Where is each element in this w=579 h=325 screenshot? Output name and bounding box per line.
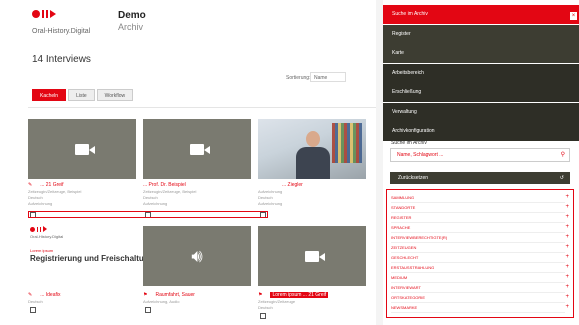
logo-pause bbox=[42, 10, 48, 18]
facet-item[interactable]: SAMMLUNG + bbox=[391, 193, 569, 203]
search-input[interactable]: Name, Schlagwort ... ⚲ bbox=[390, 148, 570, 162]
nav-admin[interactable]: Verwaltung bbox=[383, 102, 579, 122]
speaker-icon: 🔊︎ bbox=[191, 245, 203, 266]
interview-title[interactable]: ... Prof. Dr. Beispiel bbox=[143, 182, 186, 188]
select-checkbox[interactable] bbox=[30, 307, 36, 313]
divider bbox=[28, 107, 376, 108]
logo-dot bbox=[32, 10, 40, 18]
video-camera-icon bbox=[305, 250, 325, 262]
facet-item[interactable]: SPRACHE + bbox=[391, 223, 569, 233]
plus-icon: + bbox=[565, 234, 569, 240]
logo-play bbox=[50, 10, 56, 18]
facet-item[interactable]: STANDORTE + bbox=[391, 203, 569, 213]
app-title: Demo bbox=[118, 10, 146, 21]
interview-title[interactable]: ... Ziegler bbox=[282, 182, 303, 188]
brand-marks bbox=[32, 8, 56, 20]
sidebar: Suche im Archiv × Register Karte Arbeits… bbox=[383, 0, 579, 325]
doc-small: Lorem ipsum bbox=[30, 248, 54, 253]
interview-meta: Deutsch bbox=[28, 299, 43, 304]
nav-indexing[interactable]: Erschließung bbox=[383, 83, 579, 102]
select-checkbox[interactable] bbox=[260, 313, 266, 319]
interview-meta: Aufzeichnung bbox=[143, 201, 168, 206]
sort-label: Sortierung: bbox=[286, 75, 311, 81]
facet-item[interactable]: GESCHLECHT + bbox=[391, 253, 569, 263]
facet-item[interactable]: ORTSKATEGORIE + bbox=[391, 293, 569, 303]
plus-icon: + bbox=[565, 214, 569, 220]
document-thumbnail[interactable]: Oral-History.Digital Lorem ipsum Registr… bbox=[28, 226, 154, 286]
plus-icon: + bbox=[565, 294, 569, 300]
interview-meta: Aufzeichnung bbox=[28, 201, 53, 206]
person-image bbox=[296, 131, 330, 179]
video-thumbnail[interactable] bbox=[258, 226, 366, 286]
selection-highlight bbox=[28, 211, 268, 218]
facet-item[interactable]: INTERVIEWART + bbox=[391, 283, 569, 293]
search-label: Suche im Archiv bbox=[391, 140, 427, 146]
facet-item[interactable]: ERSTAUSSTRAHLUNG + bbox=[391, 263, 569, 273]
sidebar-gutter bbox=[376, 0, 383, 325]
tab-tiles[interactable]: Kacheln bbox=[32, 89, 67, 101]
facet-item[interactable]: INTERVIEWBERECHTIGTE(R) + bbox=[391, 233, 569, 243]
interview-title[interactable]: ✎... Ideafix bbox=[28, 292, 61, 298]
photo-thumbnail[interactable] bbox=[258, 119, 366, 179]
video-camera-icon bbox=[75, 143, 95, 155]
plus-icon: + bbox=[565, 254, 569, 260]
plus-icon: + bbox=[565, 244, 569, 250]
plus-icon: + bbox=[565, 194, 569, 200]
nav-map[interactable]: Karte bbox=[383, 44, 579, 63]
reset-icon: ↺ bbox=[559, 175, 564, 181]
video-thumbnail[interactable] bbox=[143, 119, 251, 179]
brand-logo[interactable]: Oral-History.Digital bbox=[32, 8, 172, 40]
video-thumbnail[interactable] bbox=[28, 119, 136, 179]
app-subtitle: Archiv bbox=[118, 22, 144, 32]
facet-item[interactable]: NEWSMARKE + bbox=[391, 303, 569, 313]
pin-icon: ✎ bbox=[28, 182, 33, 188]
plus-icon: + bbox=[565, 284, 569, 290]
plus-icon: + bbox=[565, 224, 569, 230]
brand-subtitle: Oral-History.Digital bbox=[32, 28, 91, 35]
plus-icon: + bbox=[565, 204, 569, 210]
nav-workspace[interactable]: Arbeitsbereich bbox=[383, 63, 579, 83]
brand-marks bbox=[30, 226, 47, 232]
doc-title: Registrierung und Freischaltung bbox=[30, 254, 154, 263]
tab-list[interactable]: Liste bbox=[68, 89, 95, 101]
interview-meta: Aufzeichnung bbox=[258, 201, 283, 206]
facet-item[interactable]: MEDIUM + bbox=[391, 273, 569, 283]
tab-workflow[interactable]: Workflow bbox=[96, 89, 134, 101]
nav-register[interactable]: Register bbox=[383, 24, 579, 44]
search-icon[interactable]: ⚲ bbox=[561, 149, 565, 161]
sort-select[interactable]: Name bbox=[310, 72, 346, 82]
reset-button[interactable]: Zurücksetzen ↺ bbox=[390, 172, 570, 184]
video-camera-icon bbox=[190, 143, 210, 155]
plus-icon: + bbox=[565, 304, 569, 310]
result-count: 14 Interviews bbox=[32, 54, 91, 65]
interview-title[interactable]: ⚑ Raumfahrt, Sauer bbox=[143, 292, 195, 298]
interview-title[interactable]: ⚑ Lorem ipsum ... 21 Greif bbox=[258, 292, 329, 298]
facet-item[interactable]: ZEITZEUGEN + bbox=[391, 243, 569, 253]
facet-list: SAMMLUNG + STANDORTE + REGISTER + SPRACHE + … bbox=[386, 189, 574, 318]
doc-brand: Oral-History.Digital bbox=[30, 234, 64, 239]
interview-meta: Deutsch bbox=[258, 305, 273, 310]
close-icon[interactable]: × bbox=[570, 12, 577, 20]
bookshelf-image bbox=[332, 123, 362, 163]
plus-icon: + bbox=[565, 264, 569, 270]
nav-archive-config[interactable]: Archivkonfiguration bbox=[383, 122, 579, 141]
select-checkbox[interactable] bbox=[145, 307, 151, 313]
facet-item[interactable]: REGISTER + bbox=[391, 213, 569, 223]
interview-title[interactable]: ✎... 21 Greif bbox=[28, 182, 64, 188]
interview-meta: Aufzeichnung, Audio bbox=[143, 299, 180, 304]
view-tabs: Kacheln Liste Workflow bbox=[32, 89, 134, 101]
nav-search-archive[interactable]: Suche im Archiv × bbox=[383, 5, 579, 24]
audio-thumbnail[interactable]: 🔊︎ bbox=[143, 226, 251, 286]
plus-icon: + bbox=[565, 274, 569, 280]
